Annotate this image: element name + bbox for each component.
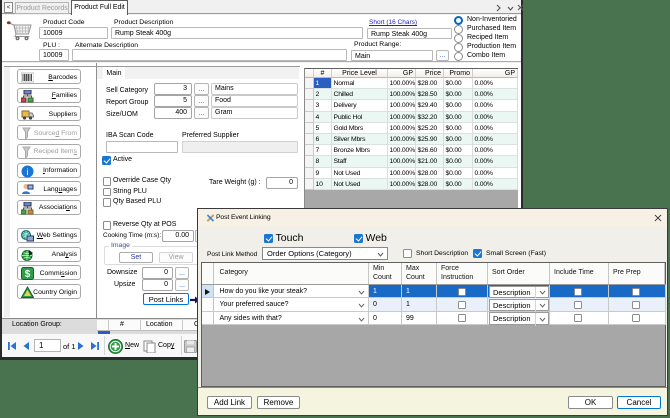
svg-text:i: i <box>27 167 29 177</box>
svg-text:$: $ <box>25 269 31 280</box>
